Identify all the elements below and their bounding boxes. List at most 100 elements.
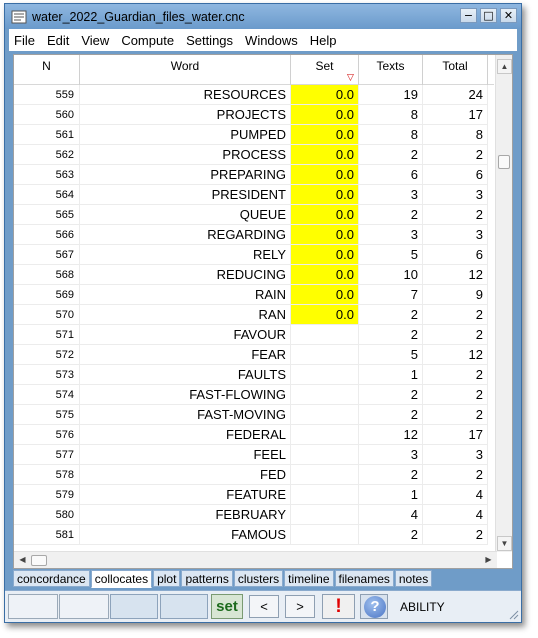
table-row[interactable]: 573 FAULTS 1 2 [14, 365, 494, 385]
row-number-cell: 563 [14, 165, 80, 185]
texts-count-cell: 2 [359, 205, 423, 225]
texts-count-cell: 3 [359, 225, 423, 245]
word-cell: RELY [80, 245, 291, 265]
help-button[interactable]: ? [360, 594, 388, 619]
column-header-total[interactable]: Total [423, 55, 488, 85]
row-number-cell: 564 [14, 185, 80, 205]
table-row[interactable]: 563 PREPARING 0.0 6 6 [14, 165, 494, 185]
column-header-texts[interactable]: Texts [359, 55, 423, 85]
vertical-scrollbar[interactable]: ▲ ▼ [495, 55, 512, 552]
tab-collocates[interactable]: collocates [90, 570, 153, 588]
table-row[interactable]: 569 RAIN 0.0 7 9 [14, 285, 494, 305]
tab-patterns[interactable]: patterns [181, 570, 233, 587]
set-value-cell [291, 485, 359, 505]
table-row[interactable]: 570 RAN 0.0 2 2 [14, 305, 494, 325]
tab-filenames[interactable]: filenames [334, 570, 394, 587]
total-count-cell: 3 [423, 185, 488, 205]
word-cell: FEATURE [80, 485, 291, 505]
row-number-cell: 580 [14, 505, 80, 525]
scroll-up-icon[interactable]: ▲ [497, 59, 512, 74]
menu-file[interactable]: File [9, 33, 42, 48]
set-value-cell: 0.0 [291, 305, 359, 325]
table-row[interactable]: 572 FEAR 5 12 [14, 345, 494, 365]
maximize-icon[interactable]: □ [480, 8, 497, 23]
row-number-cell: 572 [14, 345, 80, 365]
row-number-cell: 578 [14, 465, 80, 485]
word-cell: FAMOUS [80, 525, 291, 545]
texts-count-cell: 2 [359, 465, 423, 485]
table-row[interactable]: 568 REDUCING 0.0 10 12 [14, 265, 494, 285]
table-row[interactable]: 565 QUEUE 0.0 2 2 [14, 205, 494, 225]
vertical-scroll-thumb[interactable] [498, 155, 510, 169]
horizontal-scroll-thumb[interactable] [31, 555, 47, 566]
table-row[interactable]: 559 RESOURCES 0.0 19 24 [14, 85, 494, 105]
row-number-cell: 573 [14, 365, 80, 385]
minimize-icon[interactable]: − [460, 8, 477, 23]
total-count-cell: 6 [423, 245, 488, 265]
menu-compute[interactable]: Compute [116, 33, 181, 48]
horizontal-scrollbar[interactable]: ◀ ▶ [14, 551, 497, 568]
row-number-cell: 581 [14, 525, 80, 545]
word-cell: RESOURCES [80, 85, 291, 105]
menu-edit[interactable]: Edit [42, 33, 76, 48]
table-row[interactable]: 579 FEATURE 1 4 [14, 485, 494, 505]
table-row[interactable]: 576 FEDERAL 12 17 [14, 425, 494, 445]
set-value-cell [291, 345, 359, 365]
texts-count-cell: 1 [359, 365, 423, 385]
table-row[interactable]: 581 FAMOUS 2 2 [14, 525, 494, 545]
tab-timeline[interactable]: timeline [284, 570, 334, 587]
word-cell: FAST-MOVING [80, 405, 291, 425]
total-count-cell: 12 [423, 265, 488, 285]
title-bar[interactable]: water_2022_Guardian_files_water.cnc − □ … [5, 4, 521, 29]
next-button[interactable]: > [285, 595, 315, 618]
table-row[interactable]: 560 PROJECTS 0.0 8 17 [14, 105, 494, 125]
total-count-cell: 2 [423, 385, 488, 405]
menu-view[interactable]: View [76, 33, 116, 48]
row-number-cell: 559 [14, 85, 80, 105]
texts-count-cell: 8 [359, 125, 423, 145]
menu-settings[interactable]: Settings [181, 33, 240, 48]
total-count-cell: 8 [423, 125, 488, 145]
row-number-cell: 571 [14, 325, 80, 345]
close-icon[interactable]: ✕ [500, 8, 517, 23]
tab-notes[interactable]: notes [394, 570, 433, 587]
set-button[interactable]: set [211, 594, 243, 619]
resize-grip-icon[interactable] [507, 608, 519, 620]
tab-plot[interactable]: plot [153, 570, 181, 587]
table-row[interactable]: 574 FAST-FLOWING 2 2 [14, 385, 494, 405]
table-row[interactable]: 567 RELY 0.0 5 6 [14, 245, 494, 265]
menu-windows[interactable]: Windows [240, 33, 305, 48]
table-row[interactable]: 580 FEBRUARY 4 4 [14, 505, 494, 525]
table-row[interactable]: 562 PROCESS 0.0 2 2 [14, 145, 494, 165]
table-row[interactable]: 577 FEEL 3 3 [14, 445, 494, 465]
set-value-cell: 0.0 [291, 245, 359, 265]
scroll-left-icon[interactable]: ◀ [15, 553, 30, 568]
total-count-cell: 3 [423, 225, 488, 245]
scroll-right-icon[interactable]: ▶ [481, 553, 496, 568]
previous-button[interactable]: < [249, 595, 279, 618]
table-row[interactable]: 566 REGARDING 0.0 3 3 [14, 225, 494, 245]
scroll-down-icon[interactable]: ▼ [497, 536, 512, 551]
texts-count-cell: 10 [359, 265, 423, 285]
column-header-set[interactable]: Set ▽ [291, 55, 359, 85]
tab-concordance[interactable]: concordance [13, 570, 90, 587]
total-count-cell: 12 [423, 345, 488, 365]
menu-help[interactable]: Help [305, 33, 344, 48]
table-row[interactable]: 575 FAST-MOVING 2 2 [14, 405, 494, 425]
table-row[interactable]: 564 PRESIDENT 0.0 3 3 [14, 185, 494, 205]
sort-descending-icon: ▽ [347, 72, 354, 82]
word-cell: FED [80, 465, 291, 485]
word-cell: REDUCING [80, 265, 291, 285]
app-window: water_2022_Guardian_files_water.cnc − □ … [4, 3, 522, 623]
table-row[interactable]: 571 FAVOUR 2 2 [14, 325, 494, 345]
tab-clusters[interactable]: clusters [233, 570, 284, 587]
column-header-word[interactable]: Word [80, 55, 291, 85]
table-row[interactable]: 561 PUMPED 0.0 8 8 [14, 125, 494, 145]
set-value-cell: 0.0 [291, 185, 359, 205]
word-cell: PROCESS [80, 145, 291, 165]
collocates-grid: N Word Set ▽ Texts Total 559 RESOURCES 0.0… [13, 54, 513, 569]
column-header-n[interactable]: N [14, 55, 80, 85]
word-cell: FEEL [80, 445, 291, 465]
alert-button[interactable]: ! [322, 594, 355, 619]
table-row[interactable]: 578 FED 2 2 [14, 465, 494, 485]
